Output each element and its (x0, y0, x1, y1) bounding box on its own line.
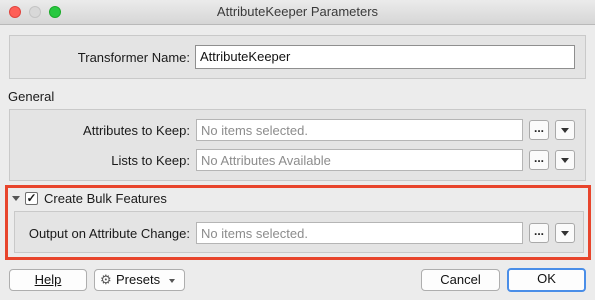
title-bar: AttributeKeeper Parameters (0, 0, 595, 25)
lists-to-keep-field[interactable]: No Attributes Available (196, 149, 523, 171)
dialog-window: AttributeKeeper Parameters Transformer N… (0, 0, 595, 300)
output-on-attribute-change-field[interactable]: No items selected. (196, 222, 523, 244)
help-button[interactable]: Help (9, 269, 87, 291)
ok-button[interactable]: OK (507, 268, 586, 292)
lists-to-keep-dropdown-button[interactable] (555, 150, 575, 170)
create-bulk-features-checkbox[interactable]: ✓ (25, 192, 38, 205)
collapse-triangle-icon[interactable] (12, 196, 20, 201)
create-bulk-features-label: Create Bulk Features (44, 191, 167, 206)
transformer-name-label: Transformer Name: (77, 50, 190, 65)
output-on-attribute-change-browse-button[interactable]: ... (529, 223, 549, 243)
presets-button-label: Presets (116, 272, 161, 287)
attributes-to-keep-field[interactable]: No items selected. (196, 119, 523, 141)
presets-button[interactable]: ⚙ Presets (94, 269, 185, 291)
output-on-attribute-change-dropdown-button[interactable] (555, 223, 575, 243)
attributes-to-keep-browse-button[interactable]: ... (529, 120, 549, 140)
general-section-title: General (8, 89, 55, 104)
attributes-to-keep-dropdown-button[interactable] (555, 120, 575, 140)
transformer-name-input[interactable]: AttributeKeeper (195, 45, 575, 69)
help-button-label: Help (34, 272, 62, 287)
lists-to-keep-label: Lists to Keep: (111, 153, 190, 168)
output-on-attribute-change-label: Output on Attribute Change: (28, 226, 190, 241)
lists-to-keep-browse-button[interactable]: ... (529, 150, 549, 170)
attributes-to-keep-label: Attributes to Keep: (83, 123, 190, 138)
presets-gear-icon: ⚙ (100, 272, 112, 287)
cancel-button[interactable]: Cancel (421, 269, 500, 291)
presets-chevron-down-icon (168, 278, 175, 283)
window-title: AttributeKeeper Parameters (216, 4, 379, 19)
